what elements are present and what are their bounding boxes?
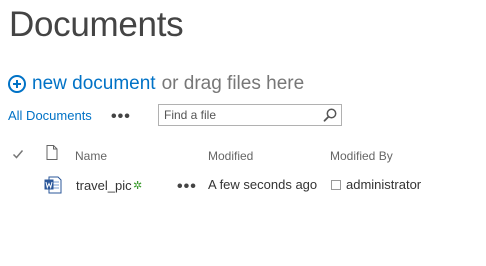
add-circle-icon[interactable] — [8, 75, 26, 93]
page-title: Documents — [9, 5, 184, 44]
select-all-check-icon[interactable] — [11, 147, 25, 161]
column-header-modified-by[interactable]: Modified By — [330, 149, 393, 163]
presence-icon — [331, 180, 341, 190]
search-box[interactable] — [158, 104, 342, 126]
file-name-link[interactable]: travel_pic — [76, 178, 132, 193]
column-header-name[interactable]: Name — [75, 149, 107, 163]
modified-by-value[interactable]: administrator — [346, 177, 421, 192]
modified-value: A few seconds ago — [208, 177, 318, 192]
table-row[interactable]: travel_pic ✲ ••• A few seconds ago admin… — [0, 172, 486, 198]
view-toolbar: All Documents ••• — [8, 104, 478, 128]
word-document-icon — [44, 176, 62, 194]
item-menu-button[interactable]: ••• — [177, 179, 197, 195]
new-document-link[interactable]: new document — [32, 73, 156, 95]
document-type-icon[interactable] — [46, 145, 58, 160]
document-library-page: Documents new document or drag files her… — [0, 0, 486, 266]
new-item-icon: ✲ — [133, 180, 143, 192]
view-more-button[interactable]: ••• — [111, 109, 131, 125]
search-icon[interactable] — [322, 107, 338, 123]
column-header-modified[interactable]: Modified — [208, 149, 253, 163]
new-document-row: new document or drag files here — [8, 72, 304, 96]
view-all-documents[interactable]: All Documents — [8, 108, 92, 123]
list-header: Name Modified Modified By — [0, 142, 486, 168]
drag-files-hint: or drag files here — [161, 73, 305, 94]
search-input[interactable] — [159, 105, 319, 125]
